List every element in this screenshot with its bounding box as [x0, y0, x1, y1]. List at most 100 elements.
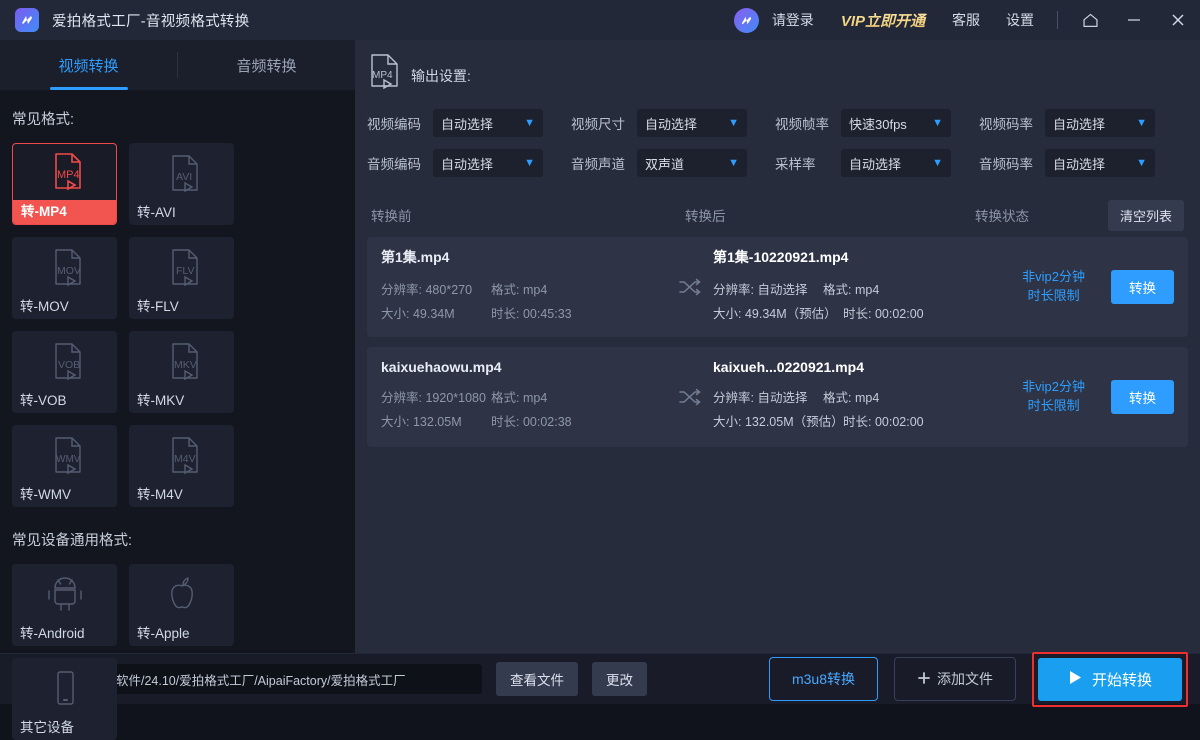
format-tile-wmv[interactable]: WMV 转-WMV: [12, 425, 117, 507]
plus-icon: [917, 671, 931, 688]
format-tile-mp4[interactable]: MP4 转-MP4: [12, 143, 117, 225]
value-sample-rate: 自动选择: [849, 154, 901, 173]
change-folder-button[interactable]: 更改: [592, 662, 647, 696]
sidebar-tabs: 视频转换 音频转换: [0, 40, 355, 90]
format-tile-mov[interactable]: MOV 转-MOV: [12, 237, 117, 319]
target-meta-line2: 大小: 49.34M（预估） 时长: 00:02:00: [713, 303, 999, 327]
apple-icon: [129, 564, 234, 627]
column-header-status: 转换状态: [975, 205, 1029, 225]
source-size: 大小: 49.34M: [381, 303, 491, 327]
select-video-framerate[interactable]: 快速30fps ▼: [841, 109, 951, 137]
clear-list-button[interactable]: 清空列表: [1108, 200, 1184, 231]
status-line-1: 非vip2分钟: [1022, 378, 1085, 397]
login-button[interactable]: 请登录: [759, 10, 827, 30]
format-tile-vob[interactable]: VOB 转-VOB: [12, 331, 117, 413]
source-file-info: 第1集.mp4 分辨率: 480*270 格式: mp4 大小: 49.34M …: [381, 247, 667, 327]
format-tile-mkv[interactable]: MKV 转-MKV: [129, 331, 234, 413]
device-label-android: 转-Android: [12, 627, 117, 647]
status-line-2: 时长限制: [1022, 287, 1085, 306]
file-list: 第1集.mp4 分辨率: 480*270 格式: mp4 大小: 49.34M …: [355, 237, 1200, 653]
start-convert-highlight: 开始转换: [1032, 652, 1188, 707]
select-audio-channel[interactable]: 双声道 ▼: [637, 149, 747, 177]
select-audio-bitrate[interactable]: 自动选择 ▼: [1045, 149, 1155, 177]
target-file-name: 第1集-10220921.mp4: [713, 247, 999, 267]
format-label-mov: 转-MOV: [12, 300, 117, 320]
mov-file-icon: MOV: [12, 237, 117, 300]
device-tile-android[interactable]: 转-Android: [12, 564, 117, 646]
customer-support-button[interactable]: 客服: [939, 10, 993, 30]
shuffle-icon: [667, 277, 713, 297]
sidebar: 视频转换 音频转换 常见格式: MP4 转-MP4: [0, 40, 355, 653]
svg-text:FLV: FLV: [176, 265, 194, 277]
source-meta-line2: 大小: 132.05M 时长: 00:02:38: [381, 411, 667, 435]
format-tile-m4v[interactable]: M4V 转-M4V: [129, 425, 234, 507]
table-row[interactable]: kaixuehaowu.mp4 分辨率: 1920*1080 格式: mp4 大…: [367, 347, 1188, 447]
add-file-label: 添加文件: [937, 669, 993, 689]
status-badge: 非vip2分钟 时长限制: [1022, 268, 1085, 306]
label-audio-bitrate: 音频码率: [979, 153, 1045, 173]
device-label-other: 其它设备: [12, 721, 117, 740]
minimize-icon[interactable]: [1112, 0, 1156, 40]
svg-text:WMV: WMV: [56, 454, 81, 465]
android-icon: [12, 564, 117, 627]
shuffle-icon: [667, 387, 713, 407]
output-format-badge-icon: MP4: [367, 52, 403, 99]
vip-upgrade-button[interactable]: VIP立即开通: [827, 10, 939, 31]
content-panel: MP4 输出设置: 视频编码 自动选择 ▼ 视频尺寸 自动选择 ▼ 视频帧率: [355, 40, 1200, 653]
common-formats-title: 常见格式:: [0, 90, 355, 129]
status-line-2: 时长限制: [1022, 397, 1085, 416]
convert-button[interactable]: 转换: [1111, 380, 1174, 414]
home-icon[interactable]: [1068, 0, 1112, 40]
settings-button[interactable]: 设置: [993, 10, 1047, 30]
svg-text:AVI: AVI: [176, 171, 192, 183]
tab-audio-convert[interactable]: 音频转换: [178, 40, 355, 90]
format-tile-avi[interactable]: AVI 转-AVI: [129, 143, 234, 225]
value-audio-bitrate: 自动选择: [1053, 154, 1105, 173]
select-video-size[interactable]: 自动选择 ▼: [637, 109, 747, 137]
titlebar-actions: 请登录 VIP立即开通 客服 设置: [734, 0, 1200, 40]
close-icon[interactable]: [1156, 0, 1200, 40]
target-file-info: kaixueh...0220921.mp4 分辨率: 自动选择 格式: mp4 …: [713, 359, 999, 435]
start-convert-button[interactable]: 开始转换: [1038, 658, 1182, 701]
target-duration: 时长: 00:02:00: [843, 303, 953, 327]
file-list-header: 转换前 转换后 转换状态 清空列表: [355, 193, 1200, 237]
convert-button[interactable]: 转换: [1111, 270, 1174, 304]
source-file-name: 第1集.mp4: [381, 247, 667, 267]
output-settings-fields: 视频编码 自动选择 ▼ 视频尺寸 自动选择 ▼ 视频帧率 快速30fps ▼ 视…: [355, 99, 1200, 189]
select-audio-codec[interactable]: 自动选择 ▼: [433, 149, 543, 177]
source-duration: 时长: 00:45:33: [491, 303, 601, 327]
format-label-mp4: 转-MP4: [13, 200, 116, 225]
wmv-file-icon: WMV: [12, 425, 117, 488]
start-convert-label: 开始转换: [1092, 669, 1152, 690]
mp4-file-icon: MP4: [13, 144, 116, 200]
table-row[interactable]: 第1集.mp4 分辨率: 480*270 格式: mp4 大小: 49.34M …: [367, 237, 1188, 337]
output-settings-title: 输出设置:: [411, 66, 471, 86]
select-video-bitrate[interactable]: 自动选择 ▼: [1045, 109, 1155, 137]
value-video-framerate: 快速30fps: [849, 114, 907, 133]
svg-text:MP4: MP4: [372, 70, 393, 81]
target-meta-line2: 大小: 132.05M（预估） 时长: 00:02:00: [713, 411, 999, 435]
select-video-codec[interactable]: 自动选择 ▼: [433, 109, 543, 137]
m3u8-convert-button[interactable]: m3u8转换: [769, 657, 878, 701]
format-label-avi: 转-AVI: [129, 206, 234, 226]
add-file-button[interactable]: 添加文件: [894, 657, 1016, 701]
target-format: 格式: mp4: [823, 279, 933, 303]
status-line-1: 非vip2分钟: [1022, 268, 1085, 287]
settings-row-video: 视频编码 自动选择 ▼ 视频尺寸 自动选择 ▼ 视频帧率 快速30fps ▼ 视…: [367, 109, 1200, 137]
target-duration: 时长: 00:02:00: [843, 411, 953, 435]
device-tile-apple[interactable]: 转-Apple: [129, 564, 234, 646]
select-sample-rate[interactable]: 自动选择 ▼: [841, 149, 951, 177]
label-video-framerate: 视频帧率: [775, 113, 841, 133]
tab-video-convert[interactable]: 视频转换: [0, 40, 177, 90]
value-video-size: 自动选择: [645, 114, 697, 133]
view-files-button[interactable]: 查看文件: [496, 662, 578, 696]
format-tile-flv[interactable]: FLV 转-FLV: [129, 237, 234, 319]
target-resolution: 分辨率: 自动选择: [713, 279, 823, 303]
chevron-down-icon: ▼: [728, 158, 739, 169]
titlebar-divider: [1057, 11, 1058, 29]
svg-text:MOV: MOV: [57, 265, 81, 277]
device-tile-other[interactable]: 其它设备: [12, 658, 117, 740]
label-video-codec: 视频编码: [367, 113, 433, 133]
m4v-file-icon: M4V: [129, 425, 234, 488]
value-audio-channel: 双声道: [645, 154, 684, 173]
